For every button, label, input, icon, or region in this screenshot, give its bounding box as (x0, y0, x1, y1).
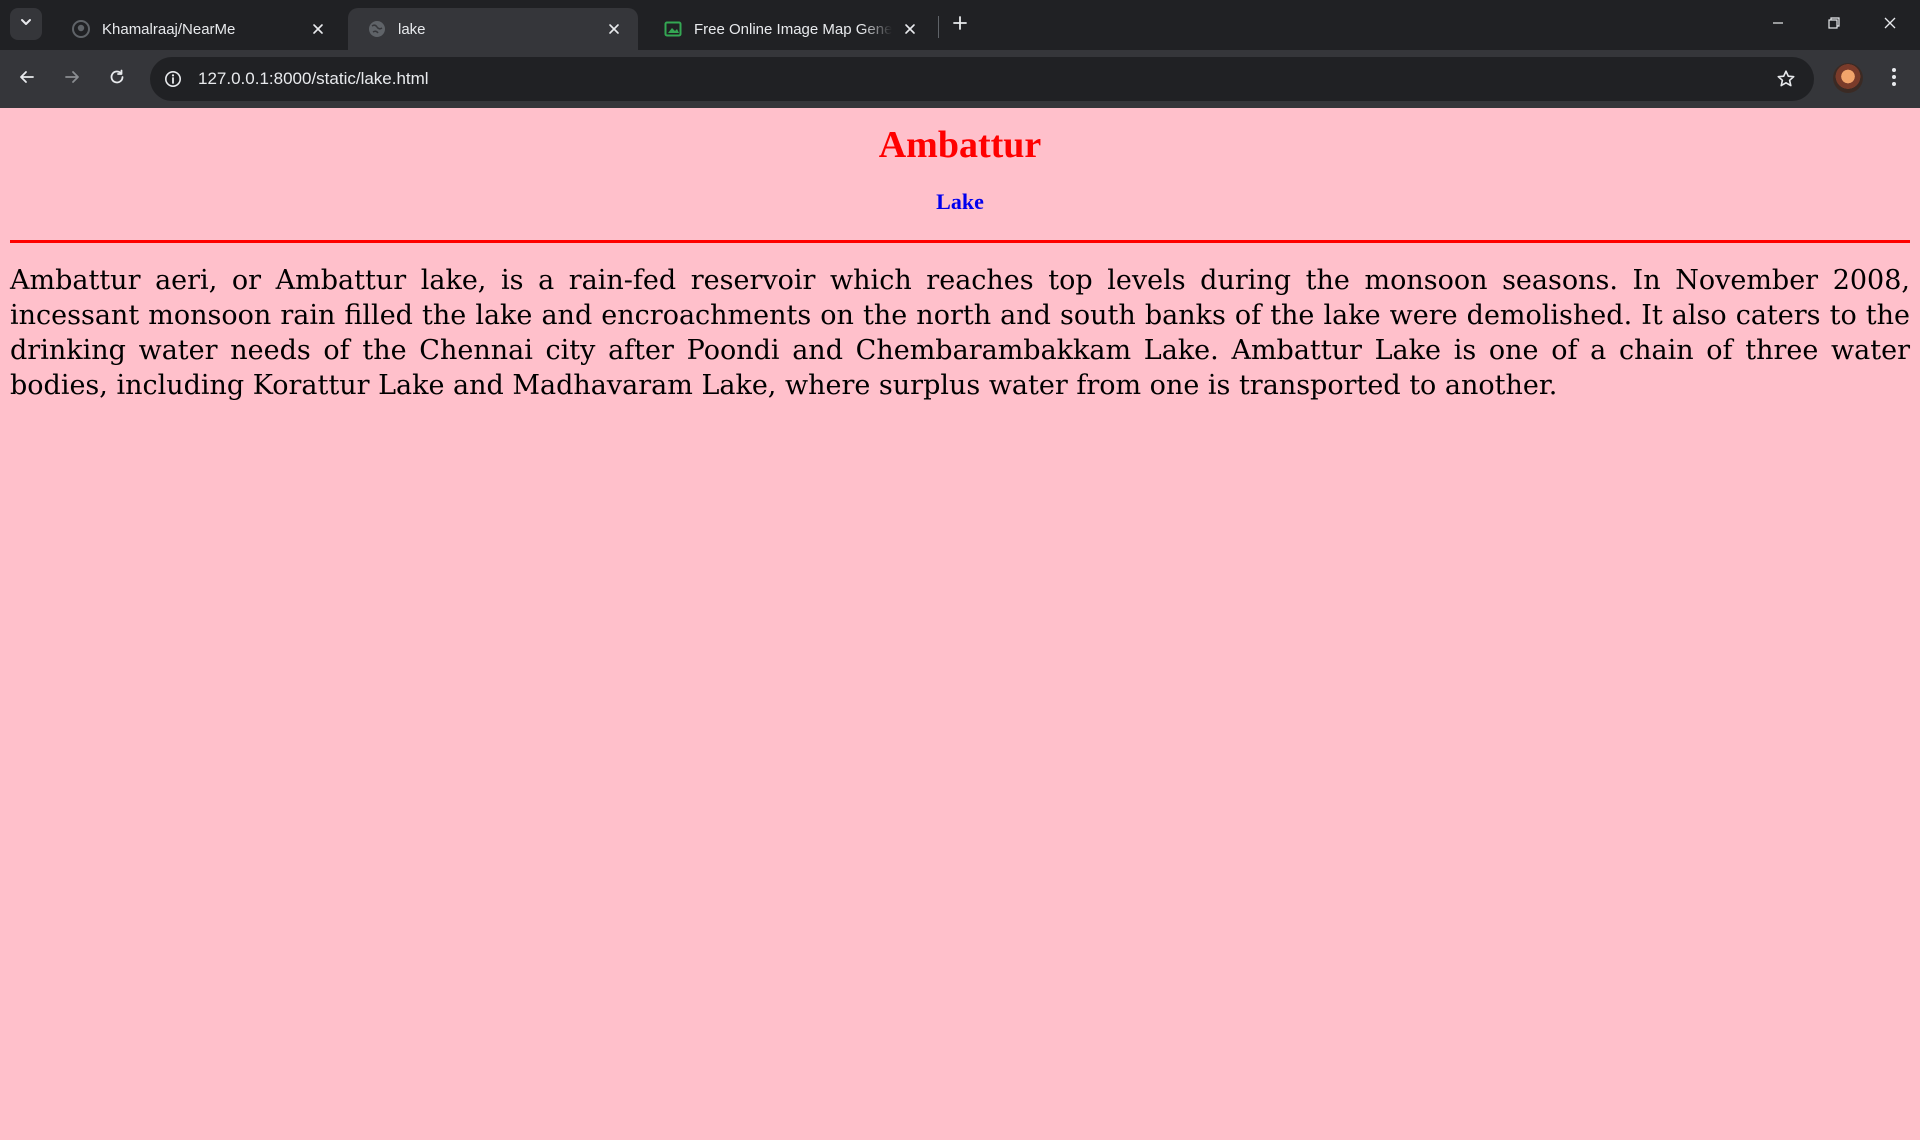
url-text[interactable]: 127.0.0.1:8000/static/lake.html (198, 69, 1770, 89)
tab-title: Khamalraaj/NearMe (102, 20, 236, 38)
minimize-icon (1771, 16, 1785, 35)
browser-toolbar: 127.0.0.1:8000/static/lake.html (0, 50, 1920, 108)
image-icon (664, 20, 682, 38)
close-icon[interactable] (900, 19, 920, 39)
browser-menu-button[interactable] (1878, 63, 1910, 95)
close-icon[interactable] (308, 19, 328, 39)
forward-button[interactable] (56, 63, 88, 95)
arrow-right-icon (63, 68, 81, 91)
horizontal-rule (10, 240, 1910, 243)
restore-icon (1827, 16, 1841, 35)
tab-title: lake (398, 20, 426, 38)
profile-avatar[interactable] (1833, 63, 1863, 93)
tab-strip: Khamalraaj/NearMe lake Free Online Image… (0, 0, 1920, 50)
globe-icon (368, 20, 386, 38)
close-icon (1883, 16, 1897, 35)
page-viewport: Ambattur Lake Ambattur aeri, or Ambattur… (0, 108, 1920, 1140)
restore-button[interactable] (1806, 0, 1862, 50)
tab-lake[interactable]: lake (348, 8, 638, 50)
more-vertical-icon (1891, 67, 1897, 92)
reload-button[interactable] (101, 63, 133, 95)
github-icon (72, 20, 90, 38)
minimize-button[interactable] (1750, 0, 1806, 50)
address-bar[interactable]: 127.0.0.1:8000/static/lake.html (150, 57, 1814, 101)
plus-icon (952, 15, 968, 36)
close-icon[interactable] (604, 19, 624, 39)
page-title: Ambattur (878, 124, 1042, 166)
back-button[interactable] (11, 63, 43, 95)
tab-image-map-generator[interactable]: Free Online Image Map Generator (644, 8, 934, 50)
site-info-icon[interactable] (158, 64, 188, 94)
tab-title: Free Online Image Map Generator (694, 20, 892, 38)
browser-window: Khamalraaj/NearMe lake Free Online Image… (0, 0, 1920, 1140)
tab-github[interactable]: Khamalraaj/NearMe (52, 8, 342, 50)
arrow-left-icon (18, 68, 36, 91)
close-window-button[interactable] (1862, 0, 1918, 50)
tab-separator (938, 16, 939, 38)
reload-icon (108, 68, 126, 91)
chevron-down-icon (19, 15, 33, 34)
tab-search-button[interactable] (10, 8, 42, 40)
bookmark-star-icon[interactable] (1770, 63, 1802, 95)
new-tab-button[interactable] (946, 11, 974, 39)
page-subtitle: Lake (936, 189, 984, 214)
page-paragraph: Ambattur aeri, or Ambattur lake, is a ra… (10, 265, 1910, 401)
